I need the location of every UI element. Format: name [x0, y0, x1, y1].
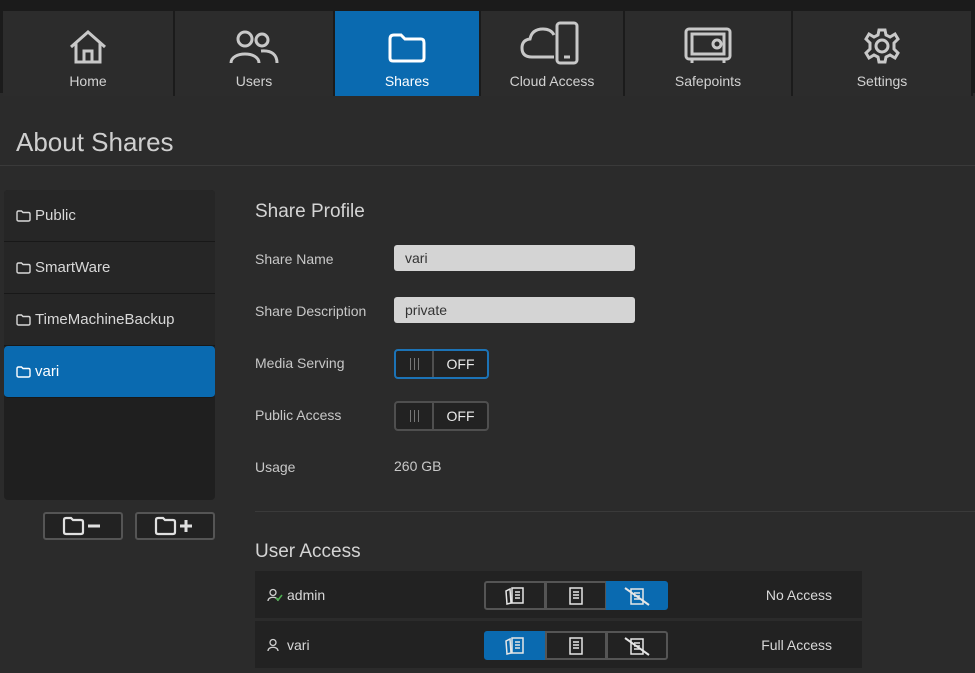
folder-minus-icon: [62, 516, 100, 536]
user-cell: vari: [267, 637, 310, 653]
access-status: No Access: [765, 586, 832, 603]
share-name-input[interactable]: [394, 245, 635, 271]
folder-icon: [386, 11, 428, 65]
user-name: vari: [287, 636, 310, 653]
remove-share-button[interactable]: [43, 512, 123, 540]
nav-cloud-access[interactable]: Cloud Access: [481, 11, 625, 96]
share-description-input[interactable]: [394, 297, 635, 323]
share-item-public[interactable]: Public: [4, 190, 215, 242]
user-icon: [267, 638, 279, 651]
full-access-button[interactable]: [484, 631, 546, 660]
share-label: SmartWare: [35, 259, 111, 276]
read-only-icon: [569, 636, 583, 655]
access-button-group: [484, 631, 668, 660]
no-access-icon: [624, 636, 650, 656]
user-cell: admin: [267, 587, 325, 603]
users-icon: [228, 11, 280, 65]
nav-label: Safepoints: [674, 73, 742, 89]
full-access-button[interactable]: [484, 581, 546, 610]
nav-safepoints[interactable]: Safepoints: [625, 11, 793, 96]
user-access-row-vari: vari Full Access: [255, 621, 862, 668]
usage-value: 260 GB: [394, 458, 442, 474]
nav-label: Users: [235, 73, 273, 89]
share-label: TimeMachineBackup: [35, 311, 175, 328]
gear-icon: [863, 11, 901, 65]
nav-label: Cloud Access: [509, 73, 595, 89]
folder-plus-icon: [154, 516, 192, 536]
safe-icon: [684, 11, 732, 65]
page-title: About Shares: [16, 127, 174, 157]
folder-icon: [16, 313, 31, 326]
nav-label: Settings: [856, 73, 908, 89]
toggle-grip-icon: [396, 351, 434, 377]
access-status: Full Access: [761, 636, 832, 653]
media-serving-toggle[interactable]: OFF: [394, 349, 489, 379]
usage-label: Usage: [255, 459, 296, 475]
toggle-state: OFF: [446, 356, 475, 372]
user-access-row-admin: admin No Access: [255, 571, 862, 618]
public-access-toggle[interactable]: OFF: [394, 401, 489, 431]
share-label: Public: [35, 207, 76, 224]
share-name-label: Share Name: [255, 251, 334, 267]
no-access-button[interactable]: [606, 631, 668, 660]
share-item-timemachinebackup[interactable]: TimeMachineBackup: [4, 294, 215, 346]
toggle-grip-icon: [396, 403, 434, 429]
share-label: vari: [35, 363, 60, 380]
media-serving-label: Media Serving: [255, 355, 345, 371]
user-name: admin: [287, 586, 326, 603]
read-only-icon: [569, 586, 583, 605]
share-description-label: Share Description: [255, 303, 367, 319]
home-icon: [68, 11, 108, 65]
add-share-button[interactable]: [135, 512, 215, 540]
nav-home[interactable]: Home: [3, 11, 175, 96]
folder-icon: [16, 365, 31, 378]
toggle-state: OFF: [446, 408, 475, 424]
share-profile-title: Share Profile: [255, 201, 365, 222]
share-item-vari[interactable]: vari: [4, 346, 215, 398]
no-access-icon: [624, 586, 650, 606]
folder-icon: [16, 261, 31, 274]
nav-row: Home Users Shares Cloud Access Safepoint…: [3, 11, 973, 96]
read-write-icon: [505, 636, 524, 655]
nav-settings[interactable]: Settings: [793, 11, 973, 96]
read-write-icon: [505, 586, 524, 605]
shares-list: Public SmartWare TimeMachineBackup vari: [4, 190, 215, 500]
access-button-group: [484, 581, 668, 610]
read-only-button[interactable]: [545, 581, 607, 610]
no-access-button[interactable]: [606, 581, 668, 610]
nav-users[interactable]: Users: [175, 11, 335, 96]
share-item-smartware[interactable]: SmartWare: [4, 242, 215, 294]
nav-shares[interactable]: Shares: [335, 11, 481, 96]
folder-icon: [16, 209, 31, 222]
public-access-label: Public Access: [255, 407, 342, 423]
top-nav: Home Users Shares Cloud Access Safepoint…: [0, 0, 975, 96]
nav-label: Shares: [384, 73, 430, 89]
user-access-title: User Access: [255, 541, 361, 562]
cloud-phone-icon: [520, 11, 584, 65]
divider: [0, 165, 975, 166]
nav-label: Home: [69, 73, 107, 89]
read-only-button[interactable]: [545, 631, 607, 660]
admin-user-icon: [267, 588, 283, 601]
divider: [255, 511, 975, 512]
